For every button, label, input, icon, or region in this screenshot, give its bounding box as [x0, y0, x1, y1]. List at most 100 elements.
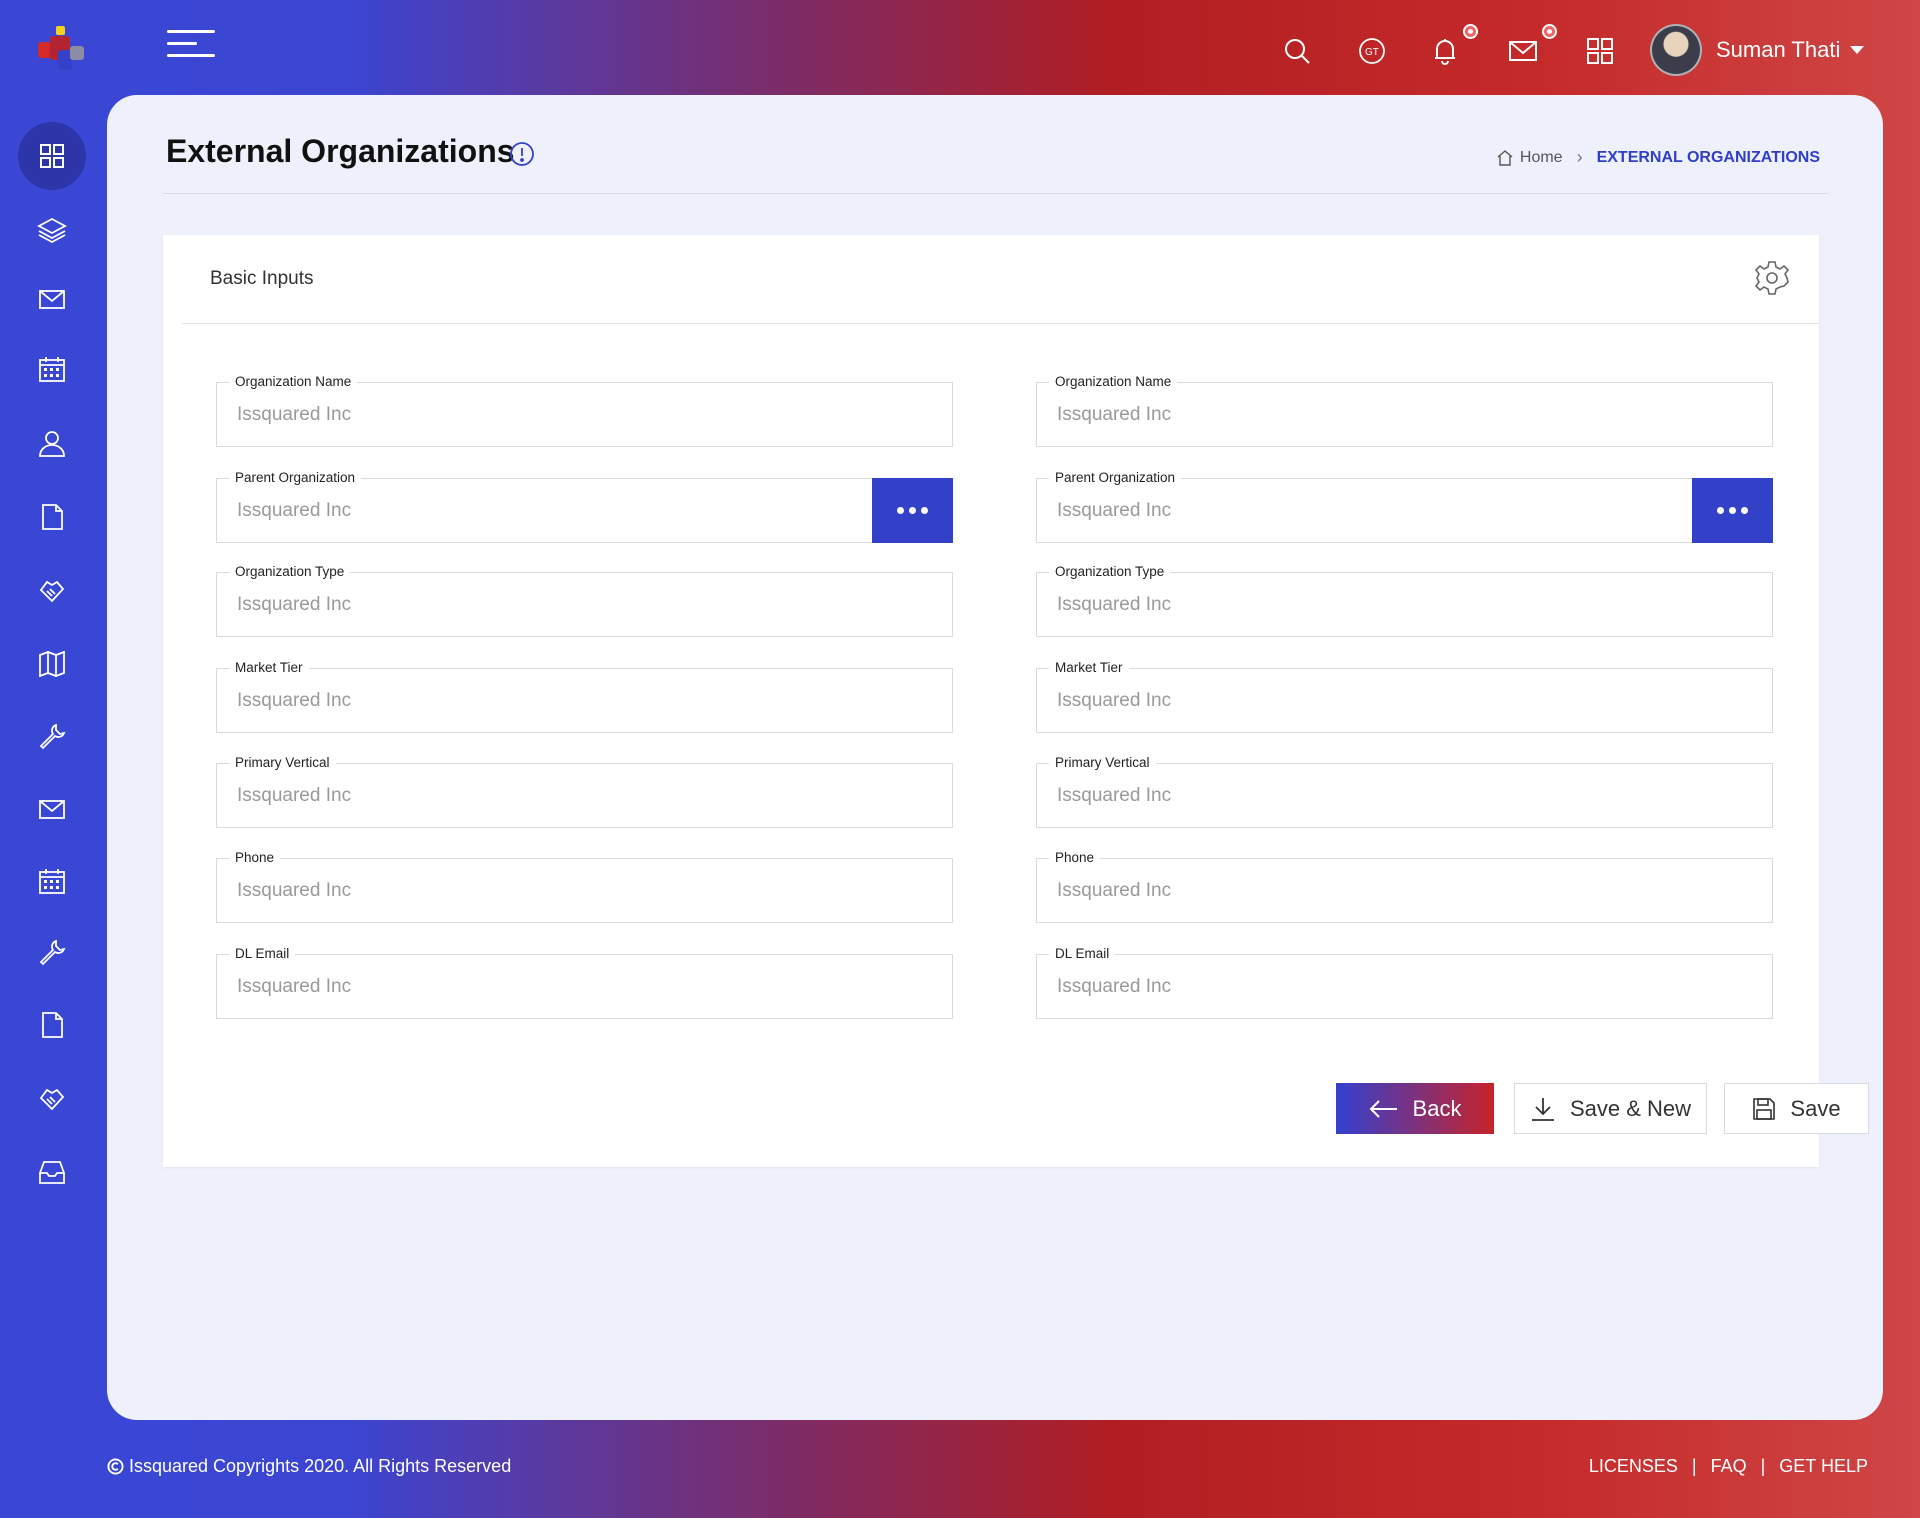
- sidebar-item-schedule[interactable]: [24, 853, 80, 909]
- file-icon: [42, 504, 63, 530]
- parent-organization-input[interactable]: [235, 495, 839, 527]
- field-label: Market Tier: [229, 660, 309, 675]
- sidebar-item-inbox[interactable]: [24, 1144, 80, 1200]
- home-icon: [1497, 149, 1513, 166]
- footer-link-get-help[interactable]: GET HELP: [1779, 1456, 1868, 1477]
- footer-link-faq[interactable]: FAQ: [1711, 1456, 1747, 1477]
- apps-icon[interactable]: [1583, 34, 1617, 68]
- primary-vertical-input[interactable]: [235, 780, 839, 812]
- download-icon: [1531, 1097, 1554, 1121]
- map-icon: [39, 650, 65, 678]
- sidebar-item-file[interactable]: [24, 489, 80, 545]
- dl-email-field: DL Email: [216, 946, 953, 1019]
- message-badge: [1542, 24, 1557, 39]
- translate-icon[interactable]: GT: [1355, 34, 1389, 68]
- parent-organization-field: Parent Organization: [216, 470, 953, 543]
- app-logo[interactable]: [34, 24, 90, 80]
- save-and-new-button[interactable]: Save & New: [1514, 1083, 1707, 1134]
- organization-name-input[interactable]: [1055, 399, 1659, 431]
- handshake-icon: [39, 580, 65, 603]
- user-menu[interactable]: Suman Thati: [1650, 24, 1865, 76]
- file-icon: [42, 1012, 63, 1038]
- field-label: Market Tier: [1049, 660, 1129, 675]
- sidebar-item-partners[interactable]: [24, 563, 80, 619]
- back-button[interactable]: Back: [1336, 1083, 1494, 1134]
- save-label: Save: [1790, 1095, 1841, 1121]
- breadcrumb-home[interactable]: Home: [1520, 149, 1563, 167]
- parent-organization-lookup-button[interactable]: [1692, 478, 1773, 543]
- calendar-icon: [39, 869, 65, 894]
- save-and-new-label: Save & New: [1569, 1095, 1692, 1121]
- sidebar-item-settings-tools[interactable]: [24, 924, 80, 980]
- sidebar-item-dashboard[interactable]: [18, 122, 86, 190]
- sidebar-item-mail[interactable]: [24, 271, 80, 327]
- market-tier-input[interactable]: [1055, 685, 1659, 717]
- chevron-right-icon: ›: [1576, 147, 1583, 167]
- breadcrumb: Home › EXTERNAL ORGANIZATIONS: [1496, 147, 1820, 168]
- gear-icon[interactable]: [1753, 259, 1791, 297]
- copyright-text: Issquared Copyrights 2020. All Rights Re…: [129, 1456, 512, 1476]
- phone-field: Phone: [216, 850, 953, 923]
- dashboard-icon: [40, 144, 64, 168]
- sidebar-item-messages[interactable]: [24, 781, 80, 837]
- mail-icon[interactable]: [1506, 34, 1540, 68]
- parent-organization-lookup-button[interactable]: [872, 478, 953, 543]
- sidebar-item-deals[interactable]: [24, 1071, 80, 1127]
- page-title: External Organizations: [166, 133, 515, 169]
- user-name: Suman Thati: [1716, 37, 1841, 62]
- breadcrumb-current: EXTERNAL ORGANIZATIONS: [1596, 148, 1820, 166]
- field-label: Phone: [229, 850, 281, 865]
- basic-inputs-card: Basic Inputs Organization Name Parent Or…: [163, 235, 1819, 1167]
- arrow-left-icon: [1369, 1099, 1397, 1118]
- organization-name-field: Organization Name: [1036, 374, 1773, 447]
- primary-vertical-field: Primary Vertical: [216, 755, 953, 828]
- field-label: Phone: [1049, 850, 1101, 865]
- market-tier-field: Market Tier: [216, 660, 953, 733]
- notification-badge: [1463, 24, 1478, 39]
- field-label: Primary Vertical: [1049, 755, 1156, 770]
- top-bar: GT Suman Thati: [0, 0, 1920, 95]
- parent-organization-input[interactable]: [1055, 495, 1659, 527]
- sidebar-item-user[interactable]: [24, 415, 80, 471]
- card-title: Basic Inputs: [210, 268, 314, 289]
- organization-name-input[interactable]: [235, 399, 839, 431]
- bell-icon[interactable]: [1428, 34, 1462, 68]
- field-label: Organization Name: [229, 374, 358, 389]
- organization-name-field: Organization Name: [216, 374, 953, 447]
- mail-icon: [39, 290, 65, 309]
- field-label: Parent Organization: [1049, 470, 1182, 485]
- save-button[interactable]: Save: [1724, 1083, 1869, 1134]
- sidebar-item-tools[interactable]: [24, 708, 80, 764]
- avatar: [1650, 24, 1702, 76]
- footer-link-licenses[interactable]: LICENSES: [1589, 1456, 1678, 1477]
- sidebar-item-documents[interactable]: [24, 997, 80, 1053]
- user-icon: [39, 431, 65, 457]
- dl-email-input[interactable]: [235, 971, 839, 1003]
- card-divider: [182, 323, 1819, 324]
- market-tier-input[interactable]: [235, 685, 839, 717]
- floppy-disk-icon: [1753, 1097, 1776, 1120]
- sidebar-item-calendar[interactable]: [24, 341, 80, 397]
- wrench-icon: [39, 939, 66, 966]
- field-label: DL Email: [229, 946, 296, 961]
- inbox-icon: [39, 1161, 65, 1184]
- parent-organization-field: Parent Organization: [1036, 470, 1773, 543]
- organization-type-input[interactable]: [235, 589, 839, 621]
- field-label: DL Email: [1049, 946, 1116, 961]
- primary-vertical-input[interactable]: [1055, 780, 1659, 812]
- sidebar-item-map[interactable]: [24, 636, 80, 692]
- menu-toggle-button[interactable]: [167, 30, 215, 60]
- layers-icon: [37, 217, 67, 244]
- field-label: Primary Vertical: [229, 755, 336, 770]
- dl-email-input[interactable]: [1055, 971, 1659, 1003]
- dl-email-field: DL Email: [1036, 946, 1773, 1019]
- field-label: Organization Name: [1049, 374, 1178, 389]
- organization-type-input[interactable]: [1055, 589, 1659, 621]
- phone-input[interactable]: [1055, 875, 1659, 907]
- info-icon[interactable]: [509, 141, 535, 167]
- main-panel: External Organizations Home › EXTERNAL O…: [107, 95, 1883, 1420]
- search-icon[interactable]: [1280, 34, 1314, 68]
- phone-input[interactable]: [235, 875, 839, 907]
- sidebar-item-layers[interactable]: [24, 202, 80, 258]
- footer-separator: |: [1760, 1456, 1766, 1476]
